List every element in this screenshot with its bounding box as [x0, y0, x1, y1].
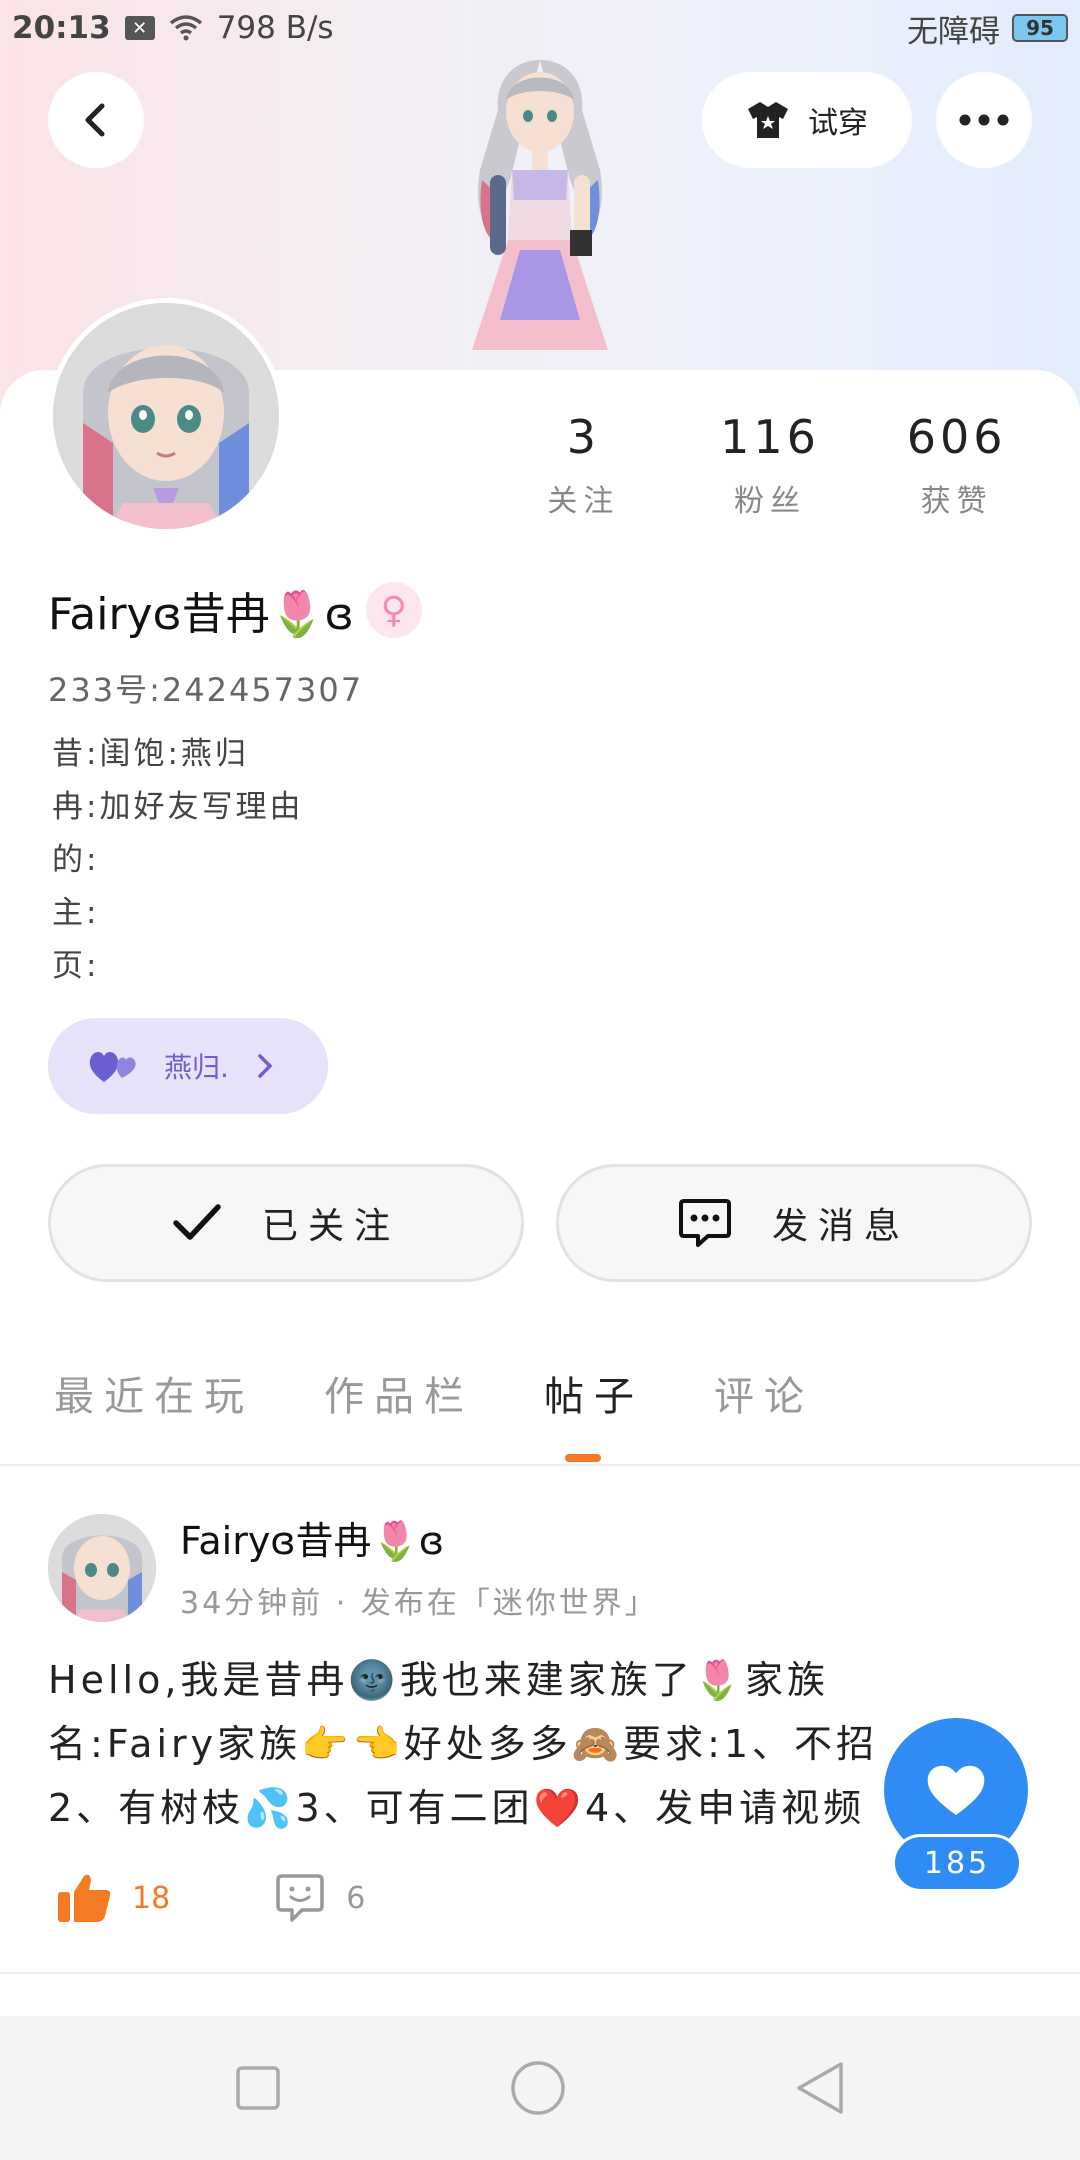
post-divider	[0, 1972, 1080, 1974]
stat-likes[interactable]: 606 获赞	[863, 410, 1050, 520]
bio-line: 的:	[52, 842, 100, 878]
status-bar: 20:13 ✕ 798 B/s 无障碍 95	[0, 0, 1080, 56]
comment-icon[interactable]	[274, 1872, 326, 1924]
bio-line: 页:	[52, 948, 100, 984]
chevron-left-icon	[85, 103, 105, 137]
try-on-label: 试穿	[808, 106, 868, 141]
tab-recently-played[interactable]: 最近在玩	[54, 1364, 254, 1422]
stat-value: 116	[720, 410, 820, 464]
status-time: 20:13	[12, 10, 111, 46]
network-speed: 798 B/s	[216, 10, 334, 46]
stat-following[interactable]: 3 关注	[490, 410, 677, 520]
post-line: Hello,我是昔冉🌚我也来建家族了🌷家族	[48, 1658, 830, 1702]
character-avatar-figure[interactable]	[420, 50, 660, 380]
family-chip[interactable]: 燕归.	[48, 1018, 328, 1114]
battery-icon: 95	[1012, 14, 1068, 42]
profile-tabs: 最近在玩 作品栏 帖子 评论	[54, 1364, 814, 1422]
post-line: 名:Fairy家族👉👈好处多多🙈要求:1、不招	[48, 1722, 879, 1766]
stat-label: 粉丝	[734, 484, 806, 519]
tabs-divider	[0, 1464, 1080, 1466]
tab-works[interactable]: 作品栏	[324, 1364, 474, 1422]
bio-line: 主:	[52, 895, 100, 931]
avatar-face	[53, 303, 279, 529]
post-avatar-face	[48, 1514, 156, 1622]
stat-label: 关注	[547, 484, 620, 519]
home-icon[interactable]	[510, 2060, 566, 2116]
stat-value: 606	[906, 410, 1007, 464]
hearts-icon	[89, 1051, 136, 1082]
accessibility-label: 无障碍	[907, 13, 1000, 50]
post-author-avatar[interactable]	[48, 1514, 156, 1622]
bio-line: 昔:闺饱:燕归	[52, 736, 249, 772]
message-label: 发消息	[771, 1206, 910, 1247]
username: Fairyɞ昔冉🌷ɞ	[48, 589, 354, 640]
username-row: Fairyɞ昔冉🌷ɞ ♀	[48, 578, 422, 642]
post-meta: 34分钟前 · 发布在「迷你世界」	[180, 1586, 658, 1621]
thumbs-up-icon[interactable]	[56, 1872, 112, 1924]
back-nav-icon[interactable]	[795, 2060, 845, 2116]
more-options-button[interactable]	[936, 72, 1032, 168]
post-content[interactable]: Hello,我是昔冉🌚我也来建家族了🌷家族 名:Fairy家族👉👈好处多多🙈要求…	[48, 1648, 928, 1840]
comment-count: 6	[346, 1880, 366, 1916]
post-line: 2、有树枝💦3、可有二团❤️4、发申请视频	[48, 1786, 866, 1830]
post-actions: 18 6	[56, 1872, 365, 1924]
stat-value: 3	[566, 410, 600, 464]
stat-label: 获赞	[920, 484, 993, 519]
recent-apps-icon[interactable]	[235, 2065, 281, 2111]
following-label: 已关注	[261, 1206, 400, 1247]
active-tab-indicator	[565, 1454, 601, 1462]
user-id: 233号:242457307	[48, 671, 364, 709]
bio-line: 冉:加好友写理由	[52, 789, 304, 825]
tshirt-icon	[748, 102, 788, 138]
system-nav-bar	[0, 2016, 1080, 2160]
following-button[interactable]: 已关注	[48, 1164, 524, 1282]
send-message-button[interactable]: 发消息	[556, 1164, 1032, 1282]
wifi-icon	[169, 15, 202, 41]
more-dots-icon	[959, 114, 1009, 126]
fab-like-count: 185	[892, 1834, 1022, 1892]
female-gender-icon: ♀	[365, 582, 422, 638]
bio: 昔:闺饱:燕归 冉:加好友写理由 的: 主: 页:	[52, 728, 303, 993]
try-on-button[interactable]: 试穿	[702, 72, 912, 168]
profile-avatar[interactable]	[48, 298, 284, 534]
back-button[interactable]	[48, 72, 144, 168]
post-author-name[interactable]: Fairyɞ昔冉🌷ɞ	[180, 1510, 444, 1565]
checkmark-icon	[173, 1204, 221, 1240]
family-name: 燕归.	[164, 1051, 229, 1084]
stats-row: 3 关注 116 粉丝 606 获赞	[490, 410, 1050, 520]
like-count: 18	[132, 1880, 171, 1916]
stat-followers[interactable]: 116 粉丝	[677, 410, 864, 520]
heart-icon	[927, 1765, 985, 1815]
chat-bubble-icon	[678, 1199, 731, 1247]
tab-posts[interactable]: 帖子	[544, 1364, 644, 1422]
notification-icon: ✕	[124, 16, 155, 40]
chevron-right-icon	[258, 1054, 273, 1078]
tab-comments[interactable]: 评论	[714, 1364, 814, 1422]
